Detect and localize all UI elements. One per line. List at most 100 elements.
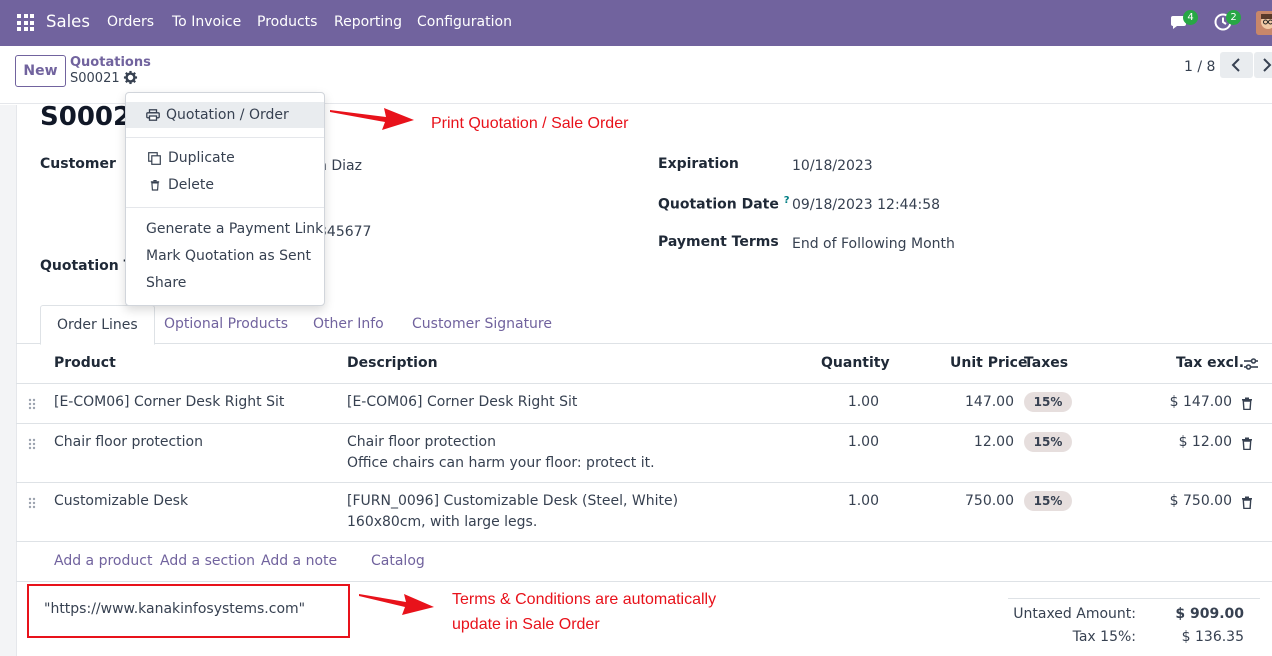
breadcrumb-parent[interactable]: Quotations <box>70 55 151 70</box>
column-tax-excl[interactable]: Tax excl. <box>1176 355 1244 371</box>
print-annotation: Print Quotation / Sale Order <box>431 115 629 132</box>
row-unit-price[interactable]: 12.00 <box>934 434 1014 450</box>
new-button[interactable]: New <box>15 55 66 87</box>
app-name[interactable]: Sales <box>46 12 90 31</box>
apps-grid-icon[interactable] <box>17 14 34 31</box>
quotation-date-label: Quotation Date ? <box>658 195 790 213</box>
tax-value: $ 136.35 <box>1181 629 1244 645</box>
tab-customer-signature[interactable]: Customer Signature <box>396 305 568 344</box>
payment-terms-label: Payment Terms <box>658 234 779 250</box>
tax-badge[interactable]: 15% <box>1024 432 1072 452</box>
column-product[interactable]: Product <box>54 355 116 371</box>
untaxed-amount-label: Untaxed Amount: <box>1013 606 1136 622</box>
menu-reporting[interactable]: Reporting <box>334 14 402 30</box>
menu-divider <box>126 137 324 138</box>
row-description[interactable]: [E-COM06] Corner Desk Right Sit <box>347 394 577 410</box>
annotation-arrow-icon <box>359 594 434 615</box>
table-row[interactable]: Customizable Desk [FURN_0096] Customizab… <box>16 483 1272 542</box>
help-tooltip-icon[interactable]: ? <box>784 195 790 206</box>
tax-label: Tax 15%: <box>1072 629 1136 645</box>
add-section-link[interactable]: Add a section <box>160 553 255 569</box>
row-unit-price[interactable]: 147.00 <box>934 394 1014 410</box>
untaxed-amount-value: $ 909.00 <box>1175 606 1244 622</box>
row-description-detail[interactable]: 160x80cm, with large legs. <box>347 514 537 530</box>
activities-badge: 2 <box>1226 10 1241 25</box>
row-quantity[interactable]: 1.00 <box>821 394 879 410</box>
print-quotation-order-item[interactable]: Quotation / Order <box>126 102 324 128</box>
drag-handle-icon[interactable] <box>28 398 36 410</box>
avatar[interactable] <box>1256 11 1272 35</box>
tab-optional-products[interactable]: Optional Products <box>148 305 304 344</box>
tax-badge[interactable]: 15% <box>1024 491 1072 511</box>
breadcrumb-current: S00021 <box>70 71 120 86</box>
trash-icon[interactable] <box>1241 496 1253 509</box>
print-quotation-order-label: Quotation / Order <box>166 107 289 123</box>
optional-columns-icon[interactable] <box>1243 356 1259 372</box>
drag-handle-icon[interactable] <box>28 497 36 509</box>
generate-payment-link-item[interactable]: Generate a Payment Link <box>126 216 324 242</box>
row-unit-price[interactable]: 750.00 <box>934 493 1014 509</box>
tax-badge[interactable]: 15% <box>1024 392 1072 412</box>
row-description[interactable]: [FURN_0096] Customizable Desk (Steel, Wh… <box>347 493 678 509</box>
row-quantity[interactable]: 1.00 <box>821 434 879 450</box>
customer-label: Customer <box>40 156 116 172</box>
order-lines-header: Product Description Quantity Unit Price … <box>16 344 1272 384</box>
duplicate-label: Duplicate <box>168 150 235 166</box>
menu-products[interactable]: Products <box>257 14 317 30</box>
row-product[interactable]: Customizable Desk <box>54 493 188 509</box>
menu-to-invoice[interactable]: To Invoice <box>172 14 241 30</box>
mark-quotation-sent-item[interactable]: Mark Quotation as Sent <box>126 243 324 269</box>
trash-icon[interactable] <box>1241 397 1253 410</box>
copy-icon <box>148 152 161 165</box>
row-product[interactable]: [E-COM06] Corner Desk Right Sit <box>54 394 284 410</box>
column-quantity[interactable]: Quantity <box>821 355 890 371</box>
add-note-link[interactable]: Add a note <box>261 553 337 569</box>
trash-icon[interactable] <box>1241 437 1253 450</box>
column-taxes[interactable]: Taxes <box>1024 355 1068 371</box>
top-navbar: Sales Orders To Invoice Products Reporti… <box>0 0 1272 46</box>
expiration-value[interactable]: 10/18/2023 <box>792 158 873 174</box>
menu-configuration[interactable]: Configuration <box>417 14 512 30</box>
row-subtotal: $ 12.00 <box>1178 434 1232 450</box>
row-quantity[interactable]: 1.00 <box>821 493 879 509</box>
delete-item[interactable]: Delete <box>126 172 324 198</box>
quotation-date-value[interactable]: 09/18/2023 12:44:58 <box>792 197 940 213</box>
gear-icon[interactable] <box>123 70 138 85</box>
column-description[interactable]: Description <box>347 355 438 371</box>
totals-divider <box>1008 598 1260 599</box>
delete-label: Delete <box>168 177 214 193</box>
annotation-arrow-icon <box>330 108 414 130</box>
pager-previous-button[interactable] <box>1220 52 1253 78</box>
chevron-right-icon <box>1263 58 1272 72</box>
catalog-link[interactable]: Catalog <box>371 553 425 569</box>
chevron-left-icon <box>1231 58 1240 72</box>
row-description-detail[interactable]: Office chairs can harm your floor: prote… <box>347 455 655 471</box>
pager-next-button[interactable] <box>1254 52 1272 78</box>
duplicate-item[interactable]: Duplicate <box>126 145 324 171</box>
row-description[interactable]: Chair floor protection <box>347 434 496 450</box>
payment-terms-value[interactable]: End of Following Month <box>792 236 955 252</box>
pager-value[interactable]: 1 / 8 <box>1184 59 1215 75</box>
terms-annotation-line1: Terms & Conditions are automatically <box>452 591 717 608</box>
column-unit-price[interactable]: Unit Price <box>950 355 1027 371</box>
row-product[interactable]: Chair floor protection <box>54 434 203 450</box>
action-menu-dropdown: Quotation / Order Duplicate Delete Gener… <box>125 92 325 306</box>
notebook-tabs: Order Lines Optional Products Other Info… <box>16 305 1272 345</box>
terms-and-conditions-field[interactable]: "https://www.kanakinfosystems.com" <box>44 601 305 617</box>
quotation-date-label-text: Quotation Date <box>658 196 779 213</box>
trash-icon <box>150 180 160 191</box>
tab-other-info[interactable]: Other Info <box>297 305 400 344</box>
menu-orders[interactable]: Orders <box>107 14 154 30</box>
table-row[interactable]: Chair floor protection Chair floor prote… <box>16 424 1272 483</box>
messages-badge: 4 <box>1183 10 1198 25</box>
expiration-label: Expiration <box>658 156 739 172</box>
table-row[interactable]: [E-COM06] Corner Desk Right Sit [E-COM06… <box>16 384 1272 424</box>
share-item[interactable]: Share <box>126 270 324 296</box>
customer-phone: 345677 <box>318 224 372 240</box>
add-product-link[interactable]: Add a product <box>54 553 152 569</box>
row-subtotal: $ 147.00 <box>1169 394 1232 410</box>
tab-order-lines[interactable]: Order Lines <box>40 305 155 345</box>
menu-divider <box>126 207 324 208</box>
drag-handle-icon[interactable] <box>28 438 36 450</box>
terms-annotation-line2: update in Sale Order <box>452 616 600 633</box>
